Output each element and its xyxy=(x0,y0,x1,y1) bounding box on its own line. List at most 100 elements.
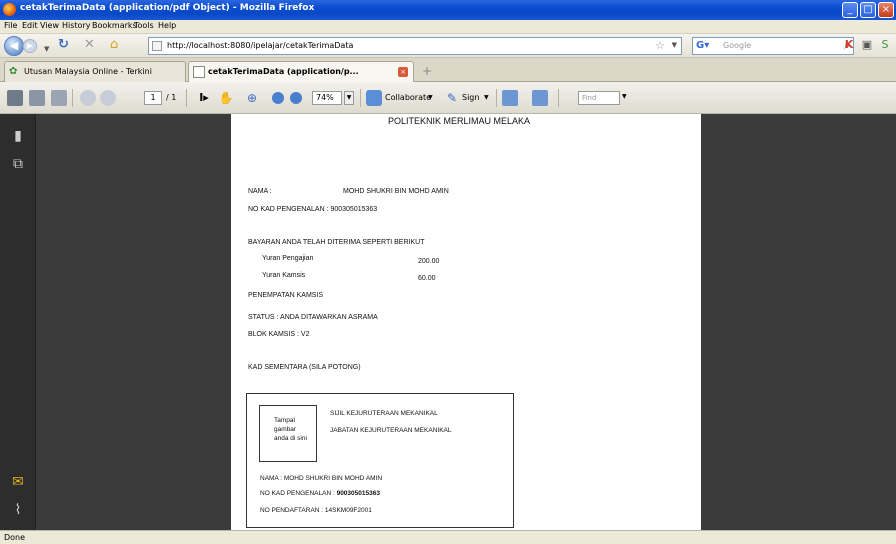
fit-width-icon[interactable] xyxy=(502,90,518,106)
print-icon[interactable] xyxy=(7,90,23,106)
next-page-icon[interactable] xyxy=(100,90,116,106)
pdf-favicon-icon xyxy=(193,66,205,78)
toolbar-separator xyxy=(360,89,361,107)
tab-label: Utusan Malaysia Online - Terkini xyxy=(24,67,152,76)
menu-file[interactable]: File xyxy=(4,21,17,30)
search-bar[interactable]: G▾ Google ⌕ xyxy=(692,37,854,55)
reload-icon[interactable]: ↻ xyxy=(58,38,69,52)
tab-label: cetakTerimaData (application/p... xyxy=(208,67,359,76)
firefox-icon xyxy=(3,3,16,16)
history-dropdown-icon[interactable]: ▼ xyxy=(44,42,49,56)
institution-header: POLITEKNIK MERLIMAU MELAKA xyxy=(388,116,531,126)
menu-edit[interactable]: Edit xyxy=(22,21,38,30)
hand-tool-icon[interactable]: ✋ xyxy=(218,90,234,106)
photo-text: anda di sini xyxy=(274,435,307,442)
paperclip-icon[interactable]: ⌇ xyxy=(10,502,26,518)
pdf-page: POLITEKNIK MERLIMAU MELAKA NAMA : MOHD S… xyxy=(231,114,701,530)
placement-heading: PENEMPATAN KAMSIS xyxy=(248,292,324,299)
attachments-panel-icon[interactable]: ⧉ xyxy=(10,156,26,172)
email-icon[interactable] xyxy=(51,90,67,106)
card-ic-label: NO KAD PENGENALAN : xyxy=(260,490,337,497)
status-text: Done xyxy=(4,533,26,542)
collaborate-button[interactable]: Collaborate xyxy=(385,93,431,102)
menu-bar: File Edit View History Bookmarks Tools H… xyxy=(0,20,896,34)
window-title: cetakTerimaData (application/pdf Object)… xyxy=(20,3,315,13)
nama-label: NAMA : xyxy=(248,188,272,195)
toolbar-separator xyxy=(496,89,497,107)
menu-view[interactable]: View xyxy=(40,21,59,30)
card-ic-line: NO KAD PENGENALAN : 900305015363 xyxy=(260,490,380,497)
card-reg-line: NO PENDAFTARAN : 14SKM09F2001 xyxy=(260,507,372,514)
back-button[interactable]: ◀ xyxy=(4,36,24,56)
photo-placeholder: Tampal gambar anda di sini xyxy=(259,405,317,462)
minimize-button[interactable]: _ xyxy=(842,2,858,18)
bookmark-star-icon[interactable]: ☆ xyxy=(655,39,665,52)
nama-value: MOHD SHUKRI BIN MOHD AMIN xyxy=(343,188,449,195)
addon-window-icon[interactable]: ▣ xyxy=(860,38,874,52)
toolbar-separator xyxy=(186,89,187,107)
menu-tools[interactable]: Tools xyxy=(134,21,154,30)
menu-bookmarks[interactable]: Bookmarks xyxy=(92,21,137,30)
addon-icon[interactable]: K xyxy=(842,38,856,52)
navigation-toolbar: ◀ ▶ ▼ ↻ ✕ ⌂ http://localhost:8080/ipelaj… xyxy=(0,34,896,58)
url-dropdown-icon[interactable]: ▼ xyxy=(672,41,677,49)
fee-amount: 200.00 xyxy=(418,258,440,265)
pdf-toolbar: 1 / 1 I▸ ✋ ⊕ 74% ▼ Collaborate ▼ ✎ Sign … xyxy=(0,82,896,114)
select-tool-icon[interactable]: I▸ xyxy=(196,90,212,106)
url-bar[interactable]: http://localhost:8080/ipelajar/cetakTeri… xyxy=(148,37,682,55)
google-icon[interactable]: G▾ xyxy=(696,40,710,52)
status-bar: Done xyxy=(0,530,896,544)
home-icon[interactable]: ⌂ xyxy=(110,38,118,52)
menu-help[interactable]: Help xyxy=(158,21,176,30)
find-input[interactable]: Find xyxy=(578,91,620,105)
comments-panel-icon[interactable]: ✉ xyxy=(10,474,26,490)
menu-history[interactable]: History xyxy=(62,21,90,30)
temp-card-heading: KAD SEMENTARA (SILA POTONG) xyxy=(248,364,361,371)
tab-utusan[interactable]: ✿ Utusan Malaysia Online - Terkini xyxy=(4,61,186,82)
page-number-input[interactable]: 1 xyxy=(144,91,162,105)
close-button[interactable]: × xyxy=(878,2,894,18)
search-placeholder: Google xyxy=(723,41,752,50)
card-name-line: NAMA : MOHD SHUKRI BIN MOHD AMIN xyxy=(260,475,383,482)
tab-close-icon[interactable]: × xyxy=(398,67,408,77)
card-ic-value: 900305015363 xyxy=(336,490,380,497)
fee-amount: 60.00 xyxy=(418,275,436,282)
maximize-button[interactable]: □ xyxy=(860,2,876,18)
toolbar-separator xyxy=(72,89,73,107)
toolbar-separator xyxy=(558,89,559,107)
page-total: / 1 xyxy=(166,93,177,102)
sign-pen-icon[interactable]: ✎ xyxy=(444,90,460,106)
cert-line: SIJIL KEJURUTERAAN MEKANIKAL xyxy=(330,410,438,417)
fee-label: Yuran Pengajian xyxy=(262,255,314,262)
collaborate-dropdown-icon[interactable]: ▼ xyxy=(428,94,433,101)
tab-bar: ✿ Utusan Malaysia Online - Terkini cetak… xyxy=(0,58,896,82)
status-line: STATUS : ANDA DITAWARKAN ASRAMA xyxy=(248,314,378,321)
zoom-level-input[interactable]: 74% xyxy=(312,91,342,105)
skype-icon[interactable]: S xyxy=(878,38,892,52)
pages-panel-icon[interactable]: ▮ xyxy=(10,128,26,144)
zoom-in-icon[interactable] xyxy=(290,92,302,104)
fee-label: Yuran Kamsis xyxy=(262,272,306,279)
forward-button[interactable]: ▶ xyxy=(23,39,37,53)
ic-number-line: NO KAD PENGENALAN : 900305015363 xyxy=(248,206,378,213)
zoom-tool-icon[interactable]: ⊕ xyxy=(244,90,260,106)
sign-dropdown-icon[interactable]: ▼ xyxy=(484,94,489,101)
fit-page-icon[interactable] xyxy=(532,90,548,106)
page-icon xyxy=(152,41,162,51)
collaborate-icon[interactable] xyxy=(366,90,382,106)
blok-line: BLOK KAMSIS : V2 xyxy=(248,331,310,338)
zoom-dropdown-icon[interactable]: ▼ xyxy=(344,91,354,105)
utusan-favicon-icon: ✿ xyxy=(9,66,18,77)
sign-button[interactable]: Sign xyxy=(462,93,479,102)
new-tab-button[interactable]: + xyxy=(422,64,432,78)
tab-cetakterimadata[interactable]: cetakTerimaData (application/p... × xyxy=(188,61,414,82)
stop-icon[interactable]: ✕ xyxy=(84,38,95,52)
zoom-out-icon[interactable] xyxy=(272,92,284,104)
url-text[interactable]: http://localhost:8080/ipelajar/cetakTeri… xyxy=(167,41,353,50)
payment-heading: BAYARAN ANDA TELAH DITERIMA SEPERTI BERI… xyxy=(248,239,425,246)
pdf-navigation-panel: ▮ ⧉ ✉ ⌇ xyxy=(0,114,36,530)
temporary-card: Tampal gambar anda di sini SIJIL KEJURUT… xyxy=(246,393,514,528)
save-icon[interactable] xyxy=(29,90,45,106)
previous-page-icon[interactable] xyxy=(80,90,96,106)
find-dropdown-icon[interactable]: ▼ xyxy=(622,93,627,100)
